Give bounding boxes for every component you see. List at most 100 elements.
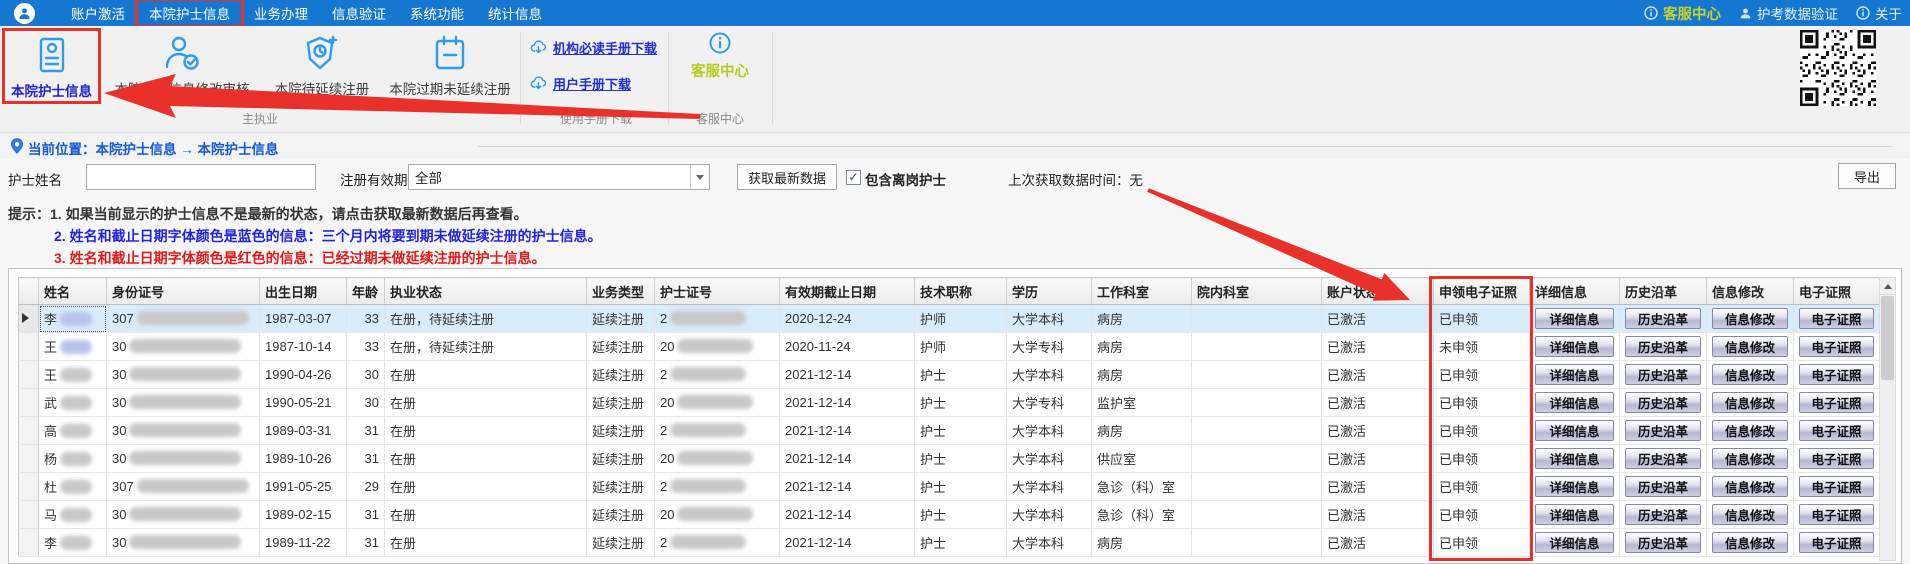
scrollbar-thumb[interactable] xyxy=(1881,296,1894,380)
cell-action: 详细信息 xyxy=(1530,389,1620,417)
column-header-practice-status[interactable]: 执业状态 xyxy=(385,278,587,305)
table-row[interactable]: 杨301989-10-2631在册延续注册202021-12-14护士大学本科供… xyxy=(19,445,1880,473)
column-header-business-type[interactable]: 业务类型 xyxy=(587,278,655,305)
vertical-scrollbar[interactable] xyxy=(1879,277,1896,561)
detail-button[interactable]: 详细信息 xyxy=(1535,392,1614,413)
column-header-history[interactable]: 历史沿革 xyxy=(1620,278,1707,305)
elicense-button[interactable]: 电子证照 xyxy=(1799,420,1874,441)
table-row[interactable]: 李301989-11-2231在册延续注册22021-12-14护士大学本科病房… xyxy=(19,529,1880,557)
ribbon-service-center[interactable]: 客服中心 xyxy=(676,32,764,81)
column-header-detail[interactable]: 详细信息 xyxy=(1530,278,1620,305)
history-button[interactable]: 历史沿革 xyxy=(1625,420,1701,441)
modify-button[interactable]: 信息修改 xyxy=(1712,336,1788,357)
about-link[interactable]: 关于 xyxy=(1856,3,1902,23)
elicense-button[interactable]: 电子证照 xyxy=(1799,336,1874,357)
user-manual-download-link[interactable]: 用户手册下载 xyxy=(530,74,631,93)
column-header-indicator xyxy=(19,278,39,305)
column-header-account-status[interactable]: 账户状态 xyxy=(1322,278,1434,305)
ribbon-hospital-nurse-info[interactable]: 本院护士信息 xyxy=(2,28,101,104)
history-button[interactable]: 历史沿革 xyxy=(1625,476,1701,497)
modify-button[interactable]: 信息修改 xyxy=(1712,308,1788,329)
elicense-button[interactable]: 电子证照 xyxy=(1799,476,1874,497)
fetch-latest-data-button[interactable]: 获取最新数据 xyxy=(737,164,837,190)
menu-statistics[interactable]: 统计信息 xyxy=(476,0,554,26)
cell-action: 信息修改 xyxy=(1707,473,1794,501)
detail-button[interactable]: 详细信息 xyxy=(1535,308,1614,329)
detail-button[interactable]: 详细信息 xyxy=(1535,420,1614,441)
column-header-education[interactable]: 学历 xyxy=(1007,278,1092,305)
table-row[interactable]: 马301989-02-1531在册延续注册202021-12-14护士大学本科急… xyxy=(19,501,1880,529)
detail-button[interactable]: 详细信息 xyxy=(1535,476,1614,497)
service-center-link[interactable]: 客服中心 xyxy=(1644,3,1721,24)
ribbon-pending-renewal[interactable]: 本院待延续注册 xyxy=(263,29,381,101)
column-header-tech-title[interactable]: 技术职称 xyxy=(915,278,1007,305)
menu-info-verification[interactable]: 信息验证 xyxy=(320,0,398,26)
cell-birth-date: 1989-10-26 xyxy=(260,445,347,473)
column-header-birth-date[interactable]: 出生日期 xyxy=(260,278,347,305)
row-indicator xyxy=(19,417,39,445)
detail-button[interactable]: 详细信息 xyxy=(1535,364,1614,385)
table-row[interactable]: 李3071987-03-0733在册，待延续注册延续注册22020-12-24护… xyxy=(19,305,1880,333)
modify-button[interactable]: 信息修改 xyxy=(1712,392,1788,413)
cell-tech-title: 护士 xyxy=(915,389,1007,417)
cell-action: 信息修改 xyxy=(1707,389,1794,417)
detail-button[interactable]: 详细信息 xyxy=(1535,448,1614,469)
column-header-id-number[interactable]: 身份证号 xyxy=(107,278,260,305)
ribbon-expired-not-renewed[interactable]: 本院过期未延续注册 xyxy=(387,29,513,101)
modify-button[interactable]: 信息修改 xyxy=(1712,532,1788,553)
register-period-select[interactable]: 全部 xyxy=(408,164,710,190)
column-header-cert-number[interactable]: 护士证号 xyxy=(655,278,780,305)
org-manual-download-link[interactable]: 机构必读手册下载 xyxy=(530,38,657,57)
column-header-elicense[interactable]: 电子证照 xyxy=(1794,278,1880,305)
modify-button[interactable]: 信息修改 xyxy=(1712,364,1788,385)
detail-button[interactable]: 详细信息 xyxy=(1535,336,1614,357)
menu-system-functions[interactable]: 系统功能 xyxy=(398,0,476,26)
cell-expire-date: 2021-12-14 xyxy=(780,529,915,557)
row-indicator xyxy=(19,473,39,501)
user-avatar-icon[interactable] xyxy=(14,3,35,24)
column-header-expire-date[interactable]: 有效期截止日期 xyxy=(780,278,915,305)
column-header-name[interactable]: 姓名 xyxy=(39,278,107,305)
elicense-button[interactable]: 电子证照 xyxy=(1799,448,1874,469)
table-row[interactable]: 王301987-10-1433在册，待延续注册延续注册202020-11-24护… xyxy=(19,333,1880,361)
column-header-work-dept[interactable]: 工作科室 xyxy=(1092,278,1192,305)
column-header-license-apply[interactable]: 申领电子证照 xyxy=(1434,278,1530,305)
exam-data-verification-link[interactable]: 护考数据验证 xyxy=(1739,3,1838,23)
column-header-modify[interactable]: 信息修改 xyxy=(1707,278,1794,305)
history-button[interactable]: 历史沿革 xyxy=(1625,504,1701,525)
ribbon-nurse-info-modify-review[interactable]: 本院护士信息修改审核 xyxy=(107,29,257,101)
elicense-button[interactable]: 电子证照 xyxy=(1799,364,1874,385)
modify-button[interactable]: 信息修改 xyxy=(1712,448,1788,469)
nurse-name-input[interactable] xyxy=(86,164,316,190)
include-off-duty-checkbox[interactable]: ✓ xyxy=(846,170,861,185)
detail-button[interactable]: 详细信息 xyxy=(1535,504,1614,525)
history-button[interactable]: 历史沿革 xyxy=(1625,448,1701,469)
export-button[interactable]: 导出 xyxy=(1838,163,1896,189)
dropdown-button[interactable] xyxy=(690,165,709,189)
menu-hospital-nurse-info[interactable]: 本院护士信息 xyxy=(137,0,242,26)
table-row[interactable]: 武301990-05-2130在册延续注册202021-12-14护士大学专科监… xyxy=(19,389,1880,417)
menu-account-activate[interactable]: 账户激活 xyxy=(59,0,137,26)
column-header-hospital-dept[interactable]: 院内科室 xyxy=(1192,278,1322,305)
history-button[interactable]: 历史沿革 xyxy=(1625,364,1701,385)
elicense-button[interactable]: 电子证照 xyxy=(1799,532,1874,553)
detail-button[interactable]: 详细信息 xyxy=(1535,532,1614,553)
history-button[interactable]: 历史沿革 xyxy=(1625,308,1701,329)
table-row[interactable]: 高301989-03-3131在册延续注册22021-12-14护士大学本科病房… xyxy=(19,417,1880,445)
elicense-button[interactable]: 电子证照 xyxy=(1799,504,1874,525)
history-button[interactable]: 历史沿革 xyxy=(1625,392,1701,413)
column-header-age[interactable]: 年龄 xyxy=(347,278,385,305)
elicense-button[interactable]: 电子证照 xyxy=(1799,308,1874,329)
menu-business-handling[interactable]: 业务办理 xyxy=(242,0,320,26)
cell-cert-number: 2 xyxy=(655,305,780,333)
elicense-button[interactable]: 电子证照 xyxy=(1799,392,1874,413)
scroll-up-button[interactable] xyxy=(1880,278,1895,295)
modify-button[interactable]: 信息修改 xyxy=(1712,476,1788,497)
history-button[interactable]: 历史沿革 xyxy=(1625,532,1701,553)
history-button[interactable]: 历史沿革 xyxy=(1625,336,1701,357)
cell-birth-date: 1990-05-21 xyxy=(260,389,347,417)
table-row[interactable]: 杜3071991-05-2529在册延续注册22021-12-14护士大学本科急… xyxy=(19,473,1880,501)
modify-button[interactable]: 信息修改 xyxy=(1712,420,1788,441)
table-row[interactable]: 王301990-04-2630在册延续注册22021-12-14护士大学本科病房… xyxy=(19,361,1880,389)
modify-button[interactable]: 信息修改 xyxy=(1712,504,1788,525)
